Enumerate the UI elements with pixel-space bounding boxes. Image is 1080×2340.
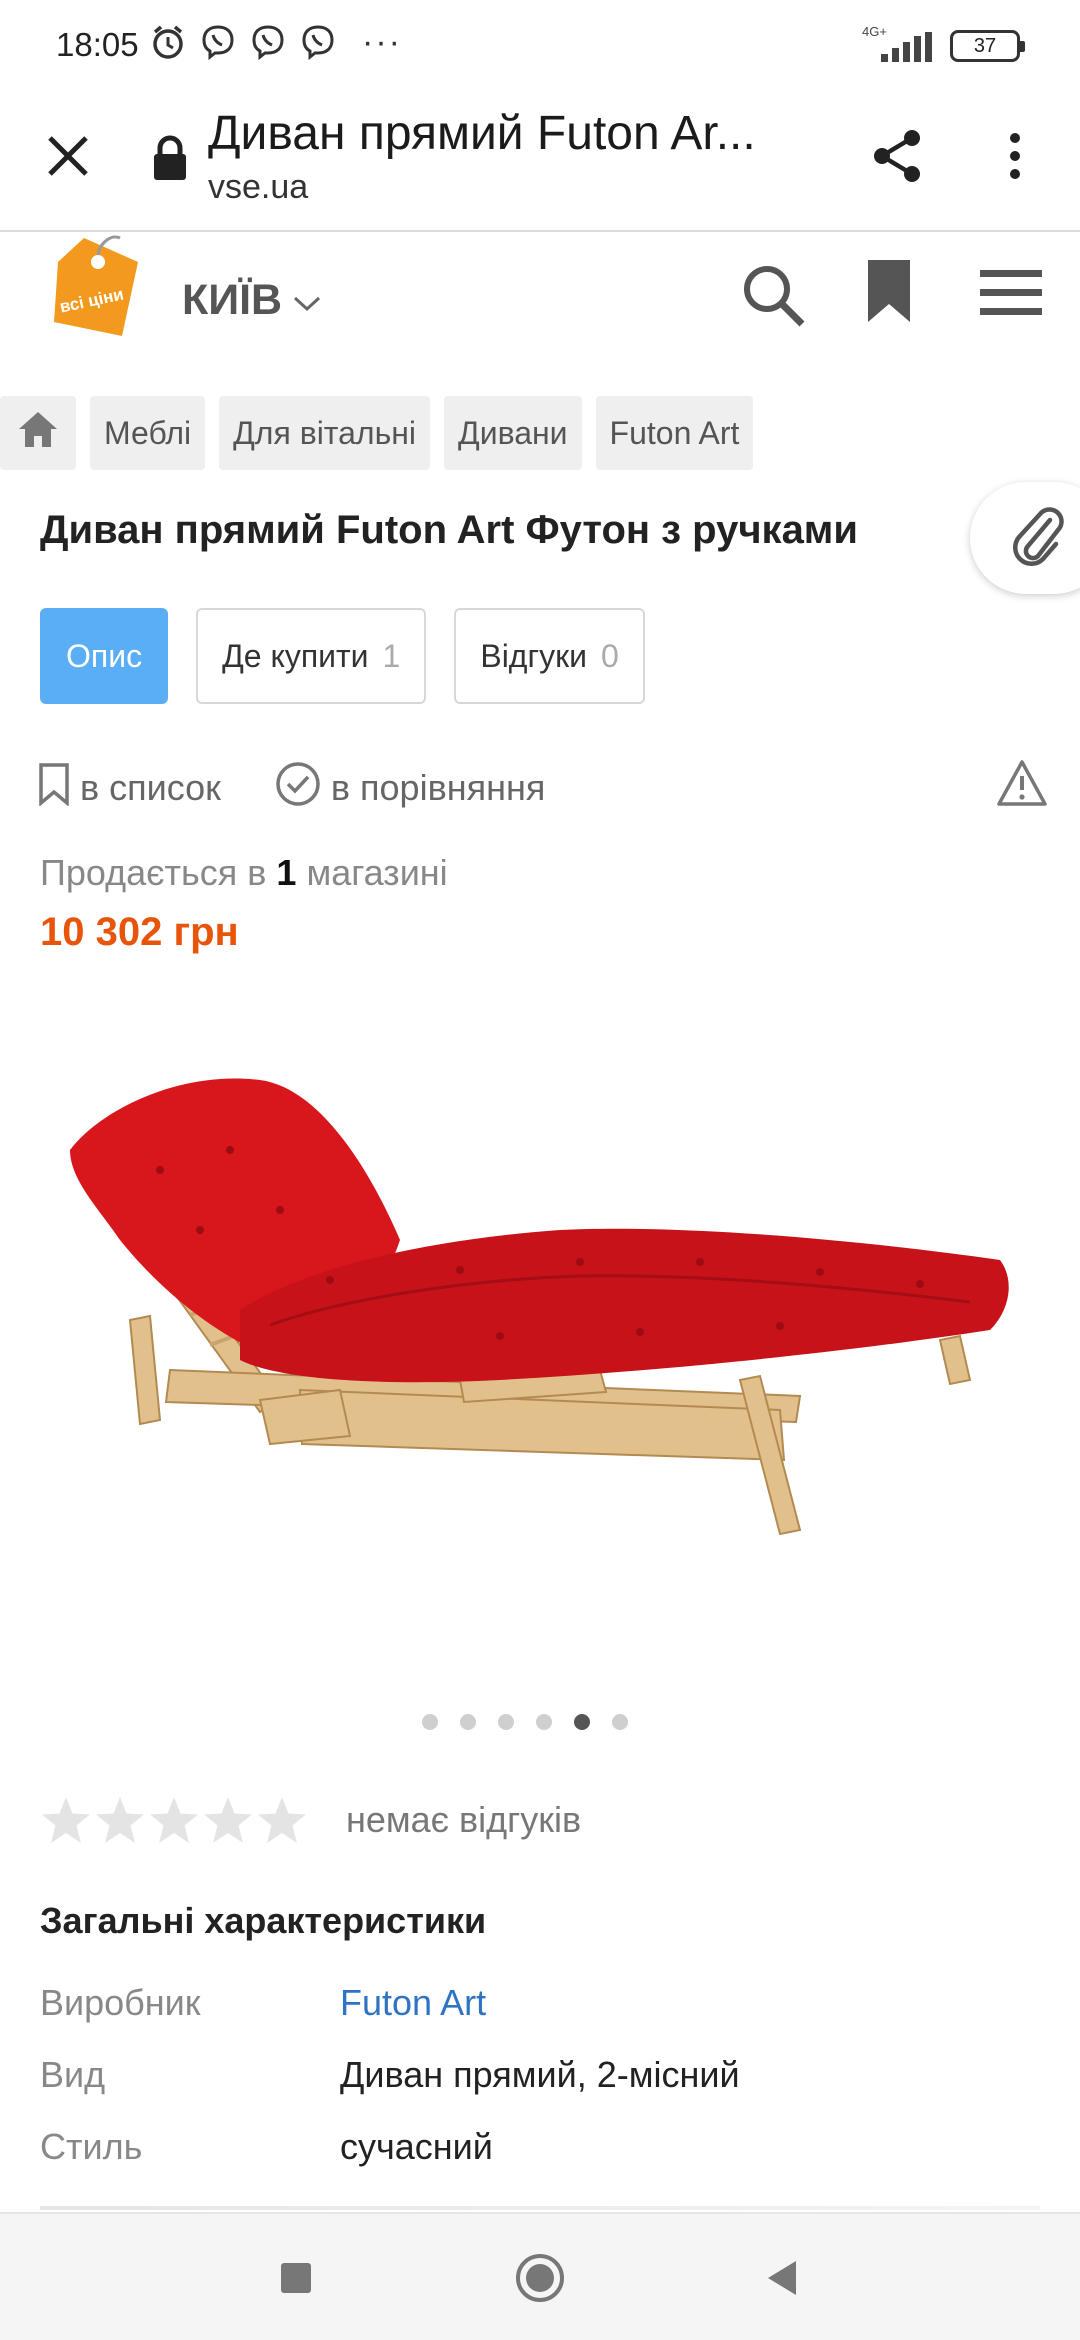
check-circle-icon — [275, 761, 321, 816]
spec-row: Виробник Futon Art — [40, 1982, 486, 2032]
star-icon — [96, 1797, 144, 1843]
site-logo[interactable]: всі ціни — [40, 232, 150, 342]
lock-icon — [152, 134, 188, 184]
viber-icon — [198, 22, 238, 62]
back-icon[interactable] — [752, 2248, 812, 2308]
specs-title: Загальні характеристики — [40, 1900, 487, 1941]
carousel-dot[interactable] — [612, 1714, 628, 1730]
carousel-dots — [0, 1714, 1080, 1730]
spec-key: Виробник — [40, 1982, 201, 2023]
spec-row: Стиль сучасний — [40, 2126, 493, 2176]
rating: немає відгуків — [40, 1794, 581, 1846]
home-button-icon[interactable] — [510, 2248, 570, 2308]
tab-count: 1 — [382, 637, 401, 674]
status-bar: 18:05 ··· 4G+ 37 — [0, 0, 1080, 96]
viber-icon — [298, 22, 338, 62]
breadcrumb-item[interactable]: Futon Art — [595, 396, 754, 470]
reviews-status: немає відгуків — [346, 1799, 582, 1840]
search-icon[interactable] — [740, 262, 806, 328]
breadcrumb-home[interactable] — [0, 396, 76, 470]
breadcrumb-item[interactable]: Для вітальні — [219, 396, 431, 470]
menu-icon[interactable] — [978, 268, 1044, 318]
city-selector[interactable]: КИЇВ — [182, 276, 322, 325]
carousel-dot-active[interactable] — [574, 1714, 590, 1730]
bookmark-outline-icon — [38, 762, 70, 815]
status-time: 18:05 — [56, 26, 139, 63]
product-actions: в список в порівняння — [38, 758, 1048, 818]
spec-key: Вид — [40, 2054, 106, 2095]
battery-icon: 37 — [950, 30, 1025, 62]
spec-row: Вид Диван прямий, 2-місний — [40, 2054, 740, 2104]
browser-toolbar: Диван прямий Futon Ar... vse.ua — [0, 96, 1080, 232]
warning-icon[interactable] — [996, 758, 1048, 808]
spec-value: сучасний — [340, 2126, 493, 2167]
site-header: всі ціни КИЇВ — [0, 232, 1080, 382]
store-count: 1 — [276, 852, 297, 893]
product-tabs: Опис Де купити 1 Відгуки 0 — [40, 608, 645, 704]
manufacturer-link[interactable]: Futon Art — [340, 1982, 486, 2032]
carousel-dot[interactable] — [422, 1714, 438, 1730]
rating-stars — [40, 1794, 308, 1846]
carousel-dot[interactable] — [498, 1714, 514, 1730]
viber-icon — [248, 22, 288, 62]
tab-where-to-buy[interactable]: Де купити 1 — [196, 608, 427, 704]
share-icon[interactable] — [868, 126, 928, 186]
breadcrumb-item[interactable]: Дивани — [444, 396, 582, 470]
add-to-list-button[interactable]: в список — [38, 762, 221, 815]
paperclip-icon — [1010, 506, 1066, 571]
tab-count: 0 — [601, 637, 619, 674]
city-label: КИЇВ — [182, 276, 283, 324]
spec-value: Диван прямий, 2-місний — [340, 2054, 740, 2095]
alarm-icon — [148, 22, 188, 62]
more-vert-icon[interactable] — [990, 126, 1040, 186]
divider — [40, 2206, 1040, 2210]
sold-in-stores: Продається в 1 магазині — [40, 852, 448, 893]
carousel-dot[interactable] — [460, 1714, 476, 1730]
chevron-down-icon — [292, 276, 322, 325]
product-image[interactable] — [40, 1040, 1040, 1600]
page-title: Диван прямий Futon Art Футон з ручками — [40, 508, 858, 552]
close-icon[interactable] — [40, 128, 96, 184]
browser-url[interactable]: vse.ua — [208, 168, 308, 207]
carousel-dot[interactable] — [536, 1714, 552, 1730]
tab-reviews[interactable]: Відгуки 0 — [454, 608, 645, 704]
compare-button[interactable]: в порівняння — [275, 761, 545, 816]
browser-page-title[interactable]: Диван прямий Futon Ar... — [208, 106, 808, 161]
star-icon — [204, 1797, 252, 1843]
recents-icon[interactable] — [266, 2248, 326, 2308]
product-price: 10 302 грн — [40, 910, 239, 954]
bookmark-icon[interactable] — [864, 258, 914, 324]
tab-description[interactable]: Опис — [40, 608, 169, 704]
home-icon — [16, 409, 60, 457]
attach-button[interactable] — [970, 482, 1080, 594]
signal-icon: 4G+ — [862, 24, 932, 66]
star-icon — [42, 1797, 90, 1843]
star-icon — [258, 1797, 306, 1843]
system-nav-bar — [0, 2212, 1080, 2340]
spec-key: Стиль — [40, 2126, 143, 2167]
more-notifications-icon: ··· — [362, 22, 402, 61]
star-icon — [150, 1797, 198, 1843]
breadcrumb: Меблі Для вітальні Дивани Futon Art — [0, 396, 754, 470]
breadcrumb-item[interactable]: Меблі — [90, 396, 206, 470]
